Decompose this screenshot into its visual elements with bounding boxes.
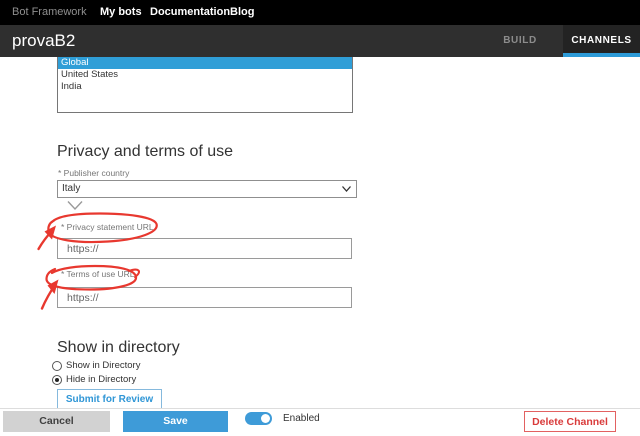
publisher-country-value: Italy (62, 183, 81, 194)
privacy-section-heading: Privacy and terms of use (57, 143, 234, 160)
radio-selected-icon (52, 375, 62, 385)
nav-item-documentation[interactable]: Documentation (150, 0, 230, 25)
bot-name-title: provaB2 (12, 31, 76, 50)
radio-show-label: Show in Directory (66, 360, 141, 371)
tab-build[interactable]: BUILD (477, 25, 563, 57)
directory-section-heading: Show in directory (57, 339, 180, 356)
delete-channel-button[interactable]: Delete Channel (524, 411, 616, 432)
select-chevron-down-icon (342, 186, 351, 192)
privacy-url-label: * Privacy statement URL (61, 222, 154, 232)
terms-url-input[interactable] (57, 287, 352, 308)
list-item-global[interactable]: Global (58, 57, 352, 69)
enabled-toggle-label: Enabled (283, 413, 320, 424)
save-button[interactable]: Save (123, 411, 228, 432)
list-item-united-states[interactable]: United States (58, 69, 352, 81)
brand-link[interactable]: Bot Framework (12, 0, 87, 25)
terms-url-label: * Terms of use URL (61, 269, 135, 279)
radio-unselected-icon (52, 361, 62, 371)
toggle-knob (261, 414, 270, 423)
publisher-country-label: * Publisher country (58, 168, 130, 178)
publisher-country-listbox[interactable]: Global United States India (57, 57, 353, 113)
cancel-button[interactable]: Cancel (3, 411, 110, 432)
active-tab-underline (563, 53, 640, 57)
bot-framework-channel-page: Bot Framework My bots Documentation Blog… (0, 0, 640, 436)
nav-item-my-bots[interactable]: My bots (100, 0, 142, 25)
collapse-chevron-icon[interactable] (67, 198, 83, 211)
enabled-toggle[interactable] (245, 412, 272, 425)
list-item-india[interactable]: India (58, 81, 352, 93)
radio-hide-label: Hide in Directory (66, 374, 137, 385)
nav-item-blog[interactable]: Blog (230, 0, 254, 25)
top-navbar: Bot Framework My bots Documentation Blog (0, 0, 640, 25)
bot-header-bar: provaB2 BUILD CHANNELS (0, 25, 640, 57)
publisher-country-select[interactable]: Italy (57, 180, 357, 198)
radio-dot (55, 378, 59, 382)
privacy-url-input[interactable] (57, 238, 352, 259)
action-footer: Cancel Save Enabled Delete Channel (0, 408, 640, 436)
